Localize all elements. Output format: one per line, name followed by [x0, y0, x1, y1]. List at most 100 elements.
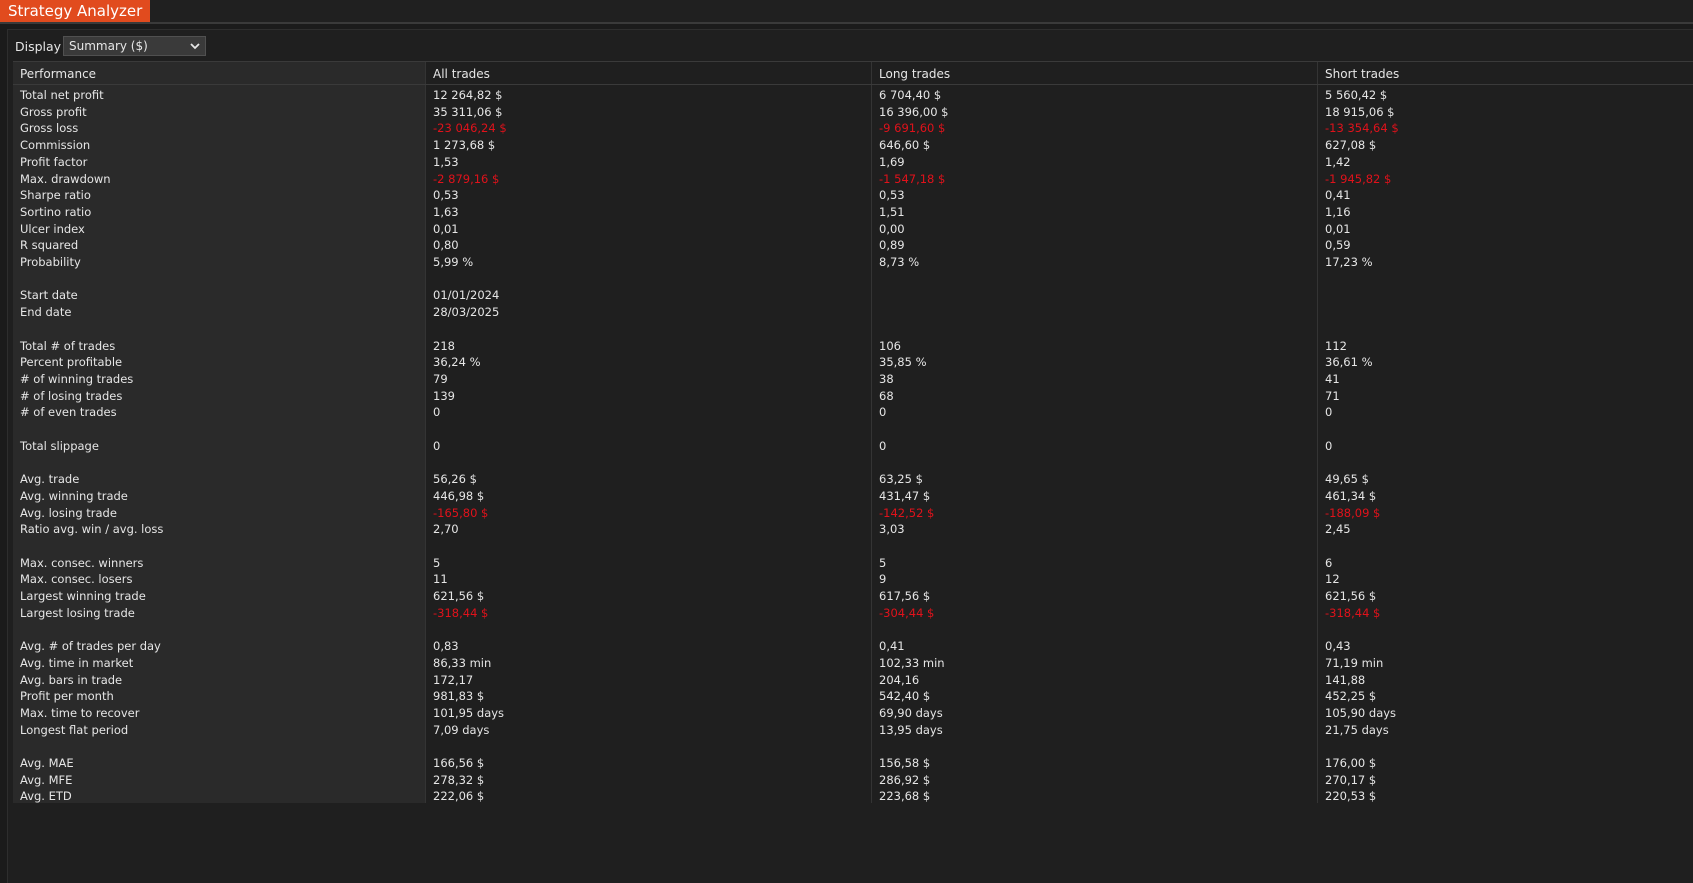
all-trades-value: 0,80	[433, 238, 459, 253]
table-row[interactable]: Avg. bars in trade 172,17 204,16 141,88	[13, 671, 1693, 689]
table-row[interactable]: R squared 0,80 0,89 0,59	[13, 236, 1693, 254]
all-trades-value: 1,53	[433, 154, 459, 169]
table-row[interactable]: Max. consec. winners 5 5 6	[13, 554, 1693, 572]
display-dropdown[interactable]: Summary ($)	[63, 36, 206, 56]
table-row[interactable]: Gross loss -23 046,24 $ -9 691,60 $ -13 354…	[13, 119, 1693, 137]
metric-label: Start date	[20, 288, 78, 303]
metric-label	[13, 620, 426, 638]
short-trades-value: 0	[1325, 405, 1333, 420]
table-row[interactable]: Avg. MFE 278,32 $ 286,92 $ 270,17 $	[13, 771, 1693, 789]
long-trades-value: 431,47 $	[879, 488, 931, 503]
chevron-down-icon	[190, 43, 200, 50]
spacer-row[interactable]	[13, 270, 1693, 288]
table-row[interactable]: Avg. winning trade 446,98 $ 431,47 $ 461,34…	[13, 487, 1693, 505]
long-trades-value	[872, 270, 1318, 288]
table-row[interactable]: # of even trades 0 0 0	[13, 403, 1693, 421]
table-row[interactable]: Avg. # of trades per day 0,83 0,41 0,43	[13, 637, 1693, 655]
table-row[interactable]: # of winning trades 79 38 41	[13, 370, 1693, 388]
long-trades-value: 8,73 %	[879, 255, 920, 269]
metric-label: Max. time to recover	[20, 705, 140, 720]
table-row[interactable]: Ulcer index 0,01 0,00 0,01	[13, 220, 1693, 238]
short-trades-value: 141,88	[1325, 672, 1366, 687]
metric-label: Gross loss	[20, 121, 79, 136]
short-trades-value: 0,59	[1325, 238, 1351, 253]
all-trades-value: 5,99 %	[433, 255, 474, 269]
table-row[interactable]: Profit per month 981,83 $ 542,40 $ 452,25 $	[13, 687, 1693, 705]
table-row[interactable]: End date 28/03/2025	[13, 303, 1693, 321]
column-header-performance[interactable]: Performance	[13, 62, 426, 86]
table-row[interactable]: Percent profitable 36,24 % 35,85 % 36,61 %	[13, 353, 1693, 371]
short-trades-value: -13 354,64 $	[1325, 121, 1399, 136]
spacer-row[interactable]	[13, 537, 1693, 555]
table-row[interactable]: Avg. ETD 222,06 $ 223,68 $ 220,53 $	[13, 787, 1693, 805]
table-row[interactable]: Total # of trades 218 106 112	[13, 337, 1693, 355]
short-trades-value: 41	[1325, 371, 1340, 386]
table-row[interactable]: Profit factor 1,53 1,69 1,42	[13, 153, 1693, 171]
long-trades-value: 646,60 $	[879, 138, 931, 153]
metric-label: Sharpe ratio	[20, 188, 91, 203]
short-trades-value: 18 915,06 $	[1325, 104, 1395, 119]
long-trades-value: 106	[879, 338, 901, 353]
all-trades-value: -165,80 $	[433, 505, 489, 520]
all-trades-value	[426, 737, 872, 755]
all-trades-value	[426, 537, 872, 555]
table-row[interactable]: Largest winning trade 621,56 $ 617,56 $ 621…	[13, 587, 1693, 605]
metric-label: Max. drawdown	[20, 171, 111, 186]
long-trades-value: 286,92 $	[879, 772, 931, 787]
window-title-tab[interactable]: Strategy Analyzer	[0, 0, 151, 22]
table-row[interactable]: # of losing trades 139 68 71	[13, 387, 1693, 405]
metric-label: Avg. # of trades per day	[20, 639, 161, 654]
metric-label: Total slippage	[20, 438, 99, 453]
metric-label: Avg. ETD	[20, 789, 72, 804]
spacer-row[interactable]	[13, 420, 1693, 438]
column-header-all-trades[interactable]: All trades	[426, 62, 872, 86]
table-row[interactable]: Avg. time in market 86,33 min 102,33 min 71…	[13, 654, 1693, 672]
long-trades-value: 0,41	[879, 639, 905, 654]
spacer-row[interactable]	[13, 620, 1693, 638]
table-row[interactable]: Commission 1 273,68 $ 646,60 $ 627,08 $	[13, 136, 1693, 154]
table-row[interactable]: Start date 01/01/2024	[13, 286, 1693, 304]
long-trades-value: 63,25 $	[879, 472, 923, 487]
table-row[interactable]: Sortino ratio 1,63 1,51 1,16	[13, 203, 1693, 221]
all-trades-value: -2 879,16 $	[433, 171, 500, 186]
table-row[interactable]: Sharpe ratio 0,53 0,53 0,41	[13, 186, 1693, 204]
short-trades-value: 21,75 days	[1325, 722, 1389, 737]
all-trades-value: 101,95 days	[433, 705, 505, 720]
table-row[interactable]: Max. consec. losers 11 9 12	[13, 570, 1693, 588]
table-row[interactable]: Longest flat period 7,09 days 13,95 days 21…	[13, 721, 1693, 739]
all-trades-value: 2,70	[433, 522, 459, 537]
column-header-long-trades[interactable]: Long trades	[872, 62, 1318, 86]
table-row[interactable]: Max. drawdown -2 879,16 $ -1 547,18 $ -1 94…	[13, 170, 1693, 188]
column-header-short-trades[interactable]: Short trades	[1318, 62, 1693, 86]
all-trades-value: 981,83 $	[433, 689, 485, 704]
metric-label	[13, 453, 426, 471]
table-row[interactable]: Avg. trade 56,26 $ 63,25 $ 49,65 $	[13, 470, 1693, 488]
short-trades-value	[1318, 320, 1693, 338]
table-row[interactable]: Max. time to recover 101,95 days 69,90 day…	[13, 704, 1693, 722]
spacer-row[interactable]	[13, 737, 1693, 755]
all-trades-value: 172,17	[433, 672, 474, 687]
table-row[interactable]: Largest losing trade -318,44 $ -304,44 $ -3…	[13, 604, 1693, 622]
short-trades-value: 220,53 $	[1325, 789, 1377, 804]
long-trades-value	[872, 420, 1318, 438]
spacer-row[interactable]	[13, 453, 1693, 471]
spacer-row[interactable]	[13, 320, 1693, 338]
table-row[interactable]: Avg. losing trade -165,80 $ -142,52 $ -188,…	[13, 504, 1693, 522]
metric-label: Avg. MAE	[20, 756, 74, 770]
all-trades-value: 166,56 $	[433, 756, 485, 770]
table-row[interactable]: Ratio avg. win / avg. loss 2,70 3,03 2,45	[13, 520, 1693, 538]
table-row[interactable]: Total slippage 0 0 0	[13, 437, 1693, 455]
short-trades-value: 0,41	[1325, 188, 1351, 203]
short-trades-value: 2,45	[1325, 522, 1351, 537]
long-trades-value: 223,68 $	[879, 789, 931, 804]
table-row[interactable]: Probability 5,99 % 8,73 % 17,23 %	[13, 253, 1693, 271]
all-trades-value: 621,56 $	[433, 589, 485, 603]
metric-label	[13, 270, 426, 288]
short-trades-value: 12	[1325, 572, 1340, 587]
all-trades-value: 0,01	[433, 221, 459, 236]
short-trades-value: 36,61 %	[1325, 355, 1373, 370]
long-trades-value: 0,89	[879, 238, 905, 253]
table-row[interactable]: Gross profit 35 311,06 $ 16 396,00 $ 18 915…	[13, 103, 1693, 121]
table-row[interactable]: Avg. MAE 166,56 $ 156,58 $ 176,00 $	[13, 754, 1693, 772]
table-row[interactable]: Total net profit 12 264,82 $ 6 704,40 $ 5 5…	[13, 86, 1693, 104]
